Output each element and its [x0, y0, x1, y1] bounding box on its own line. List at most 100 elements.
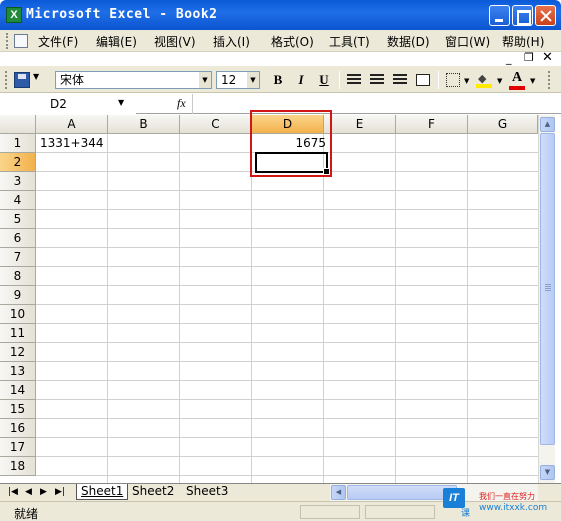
toolbar-options-grip[interactable] — [548, 71, 551, 89]
vertical-scrollbar[interactable]: ▲ ▼ — [538, 115, 555, 483]
underline-button[interactable]: U — [314, 71, 334, 89]
watermark-url: www.itxxk.com — [479, 503, 548, 513]
column-header-f[interactable]: F — [396, 115, 468, 134]
doc-minimize-icon[interactable]: _ — [506, 52, 512, 65]
row-header-3[interactable]: 3 — [0, 172, 36, 191]
toolbar-divider — [438, 71, 439, 89]
row-header-15[interactable]: 15 — [0, 400, 36, 419]
menu-grip[interactable] — [6, 33, 9, 49]
borders-dropdown-icon[interactable]: ▼ — [464, 77, 469, 85]
menu-help[interactable]: 帮助(H) — [502, 33, 544, 50]
next-sheet-icon[interactable]: ▶ — [40, 487, 47, 497]
highlight-annotation — [250, 110, 332, 177]
scroll-down-icon[interactable]: ▼ — [540, 465, 555, 480]
bold-button[interactable]: B — [268, 71, 288, 89]
previous-sheet-icon[interactable]: ◀ — [25, 487, 32, 497]
first-sheet-icon[interactable]: |◀ — [8, 487, 18, 497]
fill-color-icon[interactable]: ◆ — [476, 72, 492, 88]
italic-button[interactable]: I — [291, 71, 311, 89]
tab-sheet1[interactable]: Sheet1 — [76, 484, 129, 500]
row-header-1[interactable]: 1 — [0, 134, 36, 153]
align-right-icon[interactable] — [393, 74, 407, 86]
name-box-value: D2 — [50, 97, 67, 111]
status-text: 就绪 — [14, 507, 39, 521]
row-header-17[interactable]: 17 — [0, 438, 36, 457]
name-box[interactable]: D2 — [0, 94, 136, 114]
toolbar-options-icon[interactable]: ▼ — [33, 72, 39, 81]
doc-restore-icon[interactable]: ❐ — [524, 51, 534, 64]
align-left-icon[interactable] — [347, 74, 361, 86]
font-color-dropdown-icon[interactable]: ▼ — [530, 77, 535, 85]
menu-insert[interactable]: 插入(I) — [213, 33, 250, 50]
chevron-down-icon[interactable]: ▼ — [199, 72, 211, 88]
row-header-2[interactable]: 2 — [0, 153, 36, 172]
menu-data[interactable]: 数据(D) — [387, 33, 430, 50]
menu-format[interactable]: 格式(O) — [271, 33, 314, 50]
borders-icon[interactable] — [446, 73, 460, 87]
horizontal-scroll-thumb[interactable] — [347, 485, 457, 500]
formula-divider — [192, 94, 193, 114]
menu-view[interactable]: 视图(V) — [154, 33, 196, 50]
row-header-11[interactable]: 11 — [0, 324, 36, 343]
menu-edit[interactable]: 编辑(E) — [96, 33, 137, 50]
window-title: Microsoft Excel - Book2 — [26, 7, 218, 22]
font-size-value: 12 — [221, 73, 237, 87]
row-header-5[interactable]: 5 — [0, 210, 36, 229]
menu-window[interactable]: 窗口(W) — [445, 33, 490, 50]
watermark-logo: IT — [443, 488, 465, 508]
cell-grid[interactable] — [36, 134, 538, 483]
vertical-scroll-thumb[interactable] — [540, 133, 555, 445]
formatting-toolbar: ▼ 宋体 ▼ 12 ▼ B I U ▼ ◆ ▼ A ▼ — [0, 65, 561, 93]
select-all-corner[interactable] — [0, 115, 36, 134]
scroll-left-icon[interactable]: ◀ — [331, 485, 346, 500]
font-color-icon[interactable]: A — [509, 70, 525, 90]
column-header-e[interactable]: E — [324, 115, 396, 134]
workbook-icon[interactable] — [14, 34, 28, 48]
fill-color-dropdown-icon[interactable]: ▼ — [497, 77, 502, 85]
row-header-6[interactable]: 6 — [0, 229, 36, 248]
status-panel — [300, 505, 360, 519]
watermark-slogan: 我们一直在努力 — [479, 492, 535, 501]
row-header-13[interactable]: 13 — [0, 362, 36, 381]
save-icon[interactable] — [14, 72, 30, 88]
row-header-16[interactable]: 16 — [0, 419, 36, 438]
scroll-grip-icon — [545, 284, 551, 292]
minimize-button[interactable] — [489, 5, 510, 26]
toolbar-grip[interactable] — [5, 71, 8, 89]
row-header-8[interactable]: 8 — [0, 267, 36, 286]
menu-tools[interactable]: 工具(T) — [329, 33, 370, 50]
last-sheet-icon[interactable]: ▶| — [55, 487, 65, 497]
row-header-10[interactable]: 10 — [0, 305, 36, 324]
column-header-c[interactable]: C — [180, 115, 252, 134]
doc-close-icon[interactable]: ✕ — [542, 50, 553, 65]
column-header-a[interactable]: A — [36, 115, 108, 134]
font-size-select[interactable]: 12 ▼ — [216, 71, 260, 89]
maximize-button[interactable] — [512, 5, 533, 26]
row-header-14[interactable]: 14 — [0, 381, 36, 400]
row-header-4[interactable]: 4 — [0, 191, 36, 210]
row-header-18[interactable]: 18 — [0, 457, 36, 476]
font-name-select[interactable]: 宋体 ▼ — [55, 71, 212, 89]
row-header-7[interactable]: 7 — [0, 248, 36, 267]
menu-file[interactable]: 文件(F) — [38, 33, 78, 50]
cell-a1[interactable]: 1331+344 — [40, 134, 104, 152]
chevron-down-icon[interactable]: ▼ — [247, 72, 259, 88]
align-center-icon[interactable] — [370, 74, 384, 86]
row-header-12[interactable]: 12 — [0, 343, 36, 362]
column-header-b[interactable]: B — [108, 115, 180, 134]
insert-function-icon[interactable]: fx — [177, 96, 186, 111]
row-header-9[interactable]: 9 — [0, 286, 36, 305]
name-box-dropdown-icon[interactable]: ▼ — [118, 98, 124, 107]
menu-bar: 文件(F) 编辑(E) 视图(V) 插入(I) 格式(O) 工具(T) 数据(D… — [0, 30, 561, 52]
column-header-g[interactable]: G — [468, 115, 538, 134]
excel-icon[interactable]: X — [6, 7, 22, 23]
font-name-value: 宋体 — [60, 73, 85, 87]
merge-center-icon[interactable] — [416, 74, 430, 86]
tab-sheet3[interactable]: Sheet3 — [182, 484, 232, 500]
toolbar-divider — [339, 71, 340, 89]
site-watermark: IT 课 我们一直在努力 www.itxxk.com — [443, 488, 561, 519]
scroll-up-icon[interactable]: ▲ — [540, 117, 555, 132]
close-button[interactable] — [535, 5, 556, 26]
tab-sheet2[interactable]: Sheet2 — [128, 484, 178, 500]
status-panel — [365, 505, 435, 519]
